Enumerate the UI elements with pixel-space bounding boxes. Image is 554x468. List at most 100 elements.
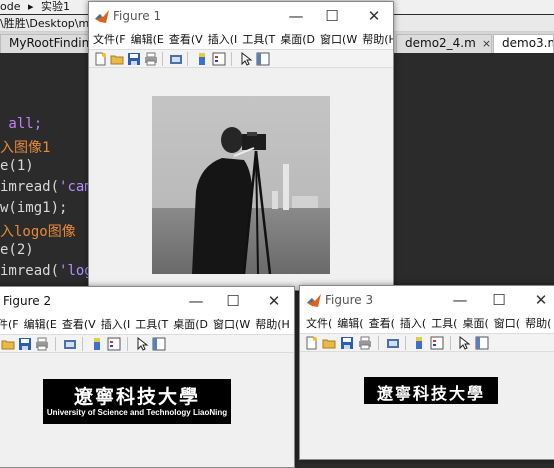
pointer-icon[interactable]: [135, 337, 149, 351]
figure2-window[interactable]: Figure 2 — ☐ ✕ 件(F 编辑(E 查看(V 插入(I工具(T 桌面(D 窗口…: [0, 286, 295, 468]
menu-help[interactable]: 帮助(: [525, 315, 551, 333]
open-folder-icon[interactable]: [1, 337, 15, 351]
figure3-window[interactable]: Figure 3 — ☐ ✕ 文件(编辑(查看(插入(工具(桌面(窗口(帮助(↑…: [299, 285, 554, 460]
save-icon[interactable]: [127, 52, 141, 66]
print-icon[interactable]: [144, 52, 158, 66]
editor-top-item[interactable]: ode: [0, 0, 20, 13]
save-icon[interactable]: [18, 337, 32, 351]
toolbar-separator: [187, 52, 188, 66]
figure2-titlebar[interactable]: Figure 2 — ☐ ✕: [0, 287, 294, 316]
logo-image: 遼寧科技大學 University of Science and Technol…: [43, 379, 231, 424]
close-button[interactable]: ✕: [363, 6, 385, 26]
editor-top-item[interactable]: 实验1: [41, 0, 70, 13]
open-folder-icon[interactable]: [110, 52, 124, 66]
close-button[interactable]: ✕: [530, 290, 552, 310]
close-button[interactable]: ✕: [263, 291, 285, 311]
colorbar-icon[interactable]: [195, 52, 209, 66]
cameraman-image: [152, 96, 330, 274]
menu-desktop[interactable]: 桌面(D: [280, 31, 315, 49]
menu-view[interactable]: 查看(V: [169, 31, 203, 49]
property-editor-icon[interactable]: [256, 52, 270, 66]
code-line: w(img1);: [0, 200, 68, 216]
property-editor-icon[interactable]: [152, 337, 166, 351]
matlab-icon: [307, 294, 321, 307]
figure3-toolbar: [300, 333, 554, 352]
pointer-icon[interactable]: [457, 336, 471, 350]
minimize-button[interactable]: —: [449, 290, 471, 310]
toolbar-separator: [231, 52, 232, 66]
logo-chinese-text: 遼寧科技大學: [73, 386, 200, 408]
tab-demo3[interactable]: demo3.m×: [493, 34, 554, 53]
menu-desktop[interactable]: 桌面(: [462, 315, 488, 333]
logo-english-text: University of Science and Technology Lia…: [46, 408, 228, 417]
figure3-canvas: 遼寧科技大學: [300, 353, 554, 459]
legend-icon[interactable]: [430, 336, 444, 350]
menu-desktop[interactable]: 桌面(D: [173, 316, 208, 334]
tab-label: MyRootFinding.: [9, 36, 101, 50]
menu-insert[interactable]: 插入(I: [208, 31, 238, 49]
maximize-button[interactable]: ☐: [321, 6, 343, 26]
figure3-menubar: 文件(编辑(查看(插入(工具(桌面(窗口(帮助(↑: [300, 315, 554, 333]
maximize-button[interactable]: ☐: [222, 291, 244, 311]
code-line: imread('logo: [0, 263, 101, 279]
minimize-button[interactable]: —: [185, 291, 207, 311]
menu-insert[interactable]: 插入(: [400, 315, 426, 333]
logo-image-cropped: 遼寧科技大學: [364, 377, 498, 404]
maximize-button[interactable]: ☐: [488, 290, 510, 310]
menu-file[interactable]: 文件(: [306, 315, 332, 333]
figure1-canvas: [89, 69, 393, 290]
figure1-toolbar: [89, 49, 393, 68]
menu-file[interactable]: 文件(F: [93, 31, 126, 49]
minimize-button[interactable]: —: [285, 6, 307, 26]
print-preview-icon[interactable]: [386, 336, 400, 350]
menu-file[interactable]: 件(F: [0, 316, 19, 334]
print-preview-icon[interactable]: [169, 52, 183, 66]
menu-insert[interactable]: 插入(I: [101, 316, 131, 334]
tab-close-icon[interactable]: ×: [482, 37, 491, 50]
menu-window[interactable]: 窗口(W: [213, 316, 250, 334]
figure1-window[interactable]: Figure 1 — ☐ ✕ 文件(F 编辑(E 查看(V 插入(I 工具(T 桌面(D 窗…: [88, 1, 394, 291]
menu-edit[interactable]: 编辑(E: [24, 316, 57, 334]
colorbar-icon[interactable]: [90, 337, 104, 351]
new-file-icon[interactable]: [93, 52, 107, 66]
print-icon[interactable]: [35, 337, 49, 351]
figure1-menubar: 文件(F编辑(E查看(V插入(I工具(T桌面(D窗口(W帮助(H↘: [89, 31, 393, 49]
print-preview-icon[interactable]: [63, 337, 77, 351]
open-folder-icon[interactable]: [322, 336, 336, 350]
code-token: imread(: [0, 179, 60, 195]
figure2-canvas: 遼寧科技大學 University of Science and Technol…: [0, 354, 294, 467]
window-title: Figure 1: [113, 9, 162, 23]
pointer-icon[interactable]: [239, 52, 253, 66]
tab-demo2-4[interactable]: demo2_4.m ×: [396, 34, 492, 53]
menu-edit[interactable]: 编辑(: [337, 315, 363, 333]
menu-window[interactable]: 窗口(W: [320, 31, 357, 49]
menu-help[interactable]: 帮助(H: [362, 31, 393, 49]
legend-icon[interactable]: [107, 337, 121, 351]
figure1-titlebar[interactable]: Figure 1 — ☐ ✕: [89, 2, 393, 31]
menu-tools[interactable]: 工具(: [431, 315, 457, 333]
code-line: all;: [0, 116, 43, 132]
tab-label: demo3.m: [502, 36, 554, 50]
menu-window[interactable]: 窗口(: [494, 315, 520, 333]
property-editor-icon[interactable]: [475, 336, 489, 350]
figure3-titlebar[interactable]: Figure 3 — ☐ ✕: [300, 286, 554, 315]
code-line: e(1): [0, 158, 34, 174]
save-icon[interactable]: [340, 336, 354, 350]
menu-view[interactable]: 查看(V: [62, 316, 96, 334]
menu-tools[interactable]: 工具(T: [135, 316, 168, 334]
code-token: imread(: [0, 263, 60, 279]
toolbar-separator: [450, 336, 451, 350]
menu-tools[interactable]: 工具(T: [242, 31, 275, 49]
menu-help[interactable]: 帮助(H: [255, 316, 290, 334]
legend-icon[interactable]: [212, 52, 226, 66]
matlab-icon: [95, 10, 109, 23]
code-line: imread('came: [0, 179, 101, 195]
new-file-icon[interactable]: [304, 336, 318, 350]
toolbar-separator: [162, 52, 163, 66]
code-line: e(2): [0, 242, 34, 258]
menu-view[interactable]: 查看(: [369, 315, 395, 333]
print-icon[interactable]: [358, 336, 372, 350]
menu-edit[interactable]: 编辑(E: [131, 31, 164, 49]
colorbar-icon[interactable]: [412, 336, 426, 350]
breadcrumb-arrow-icon: ▸: [27, 0, 34, 13]
